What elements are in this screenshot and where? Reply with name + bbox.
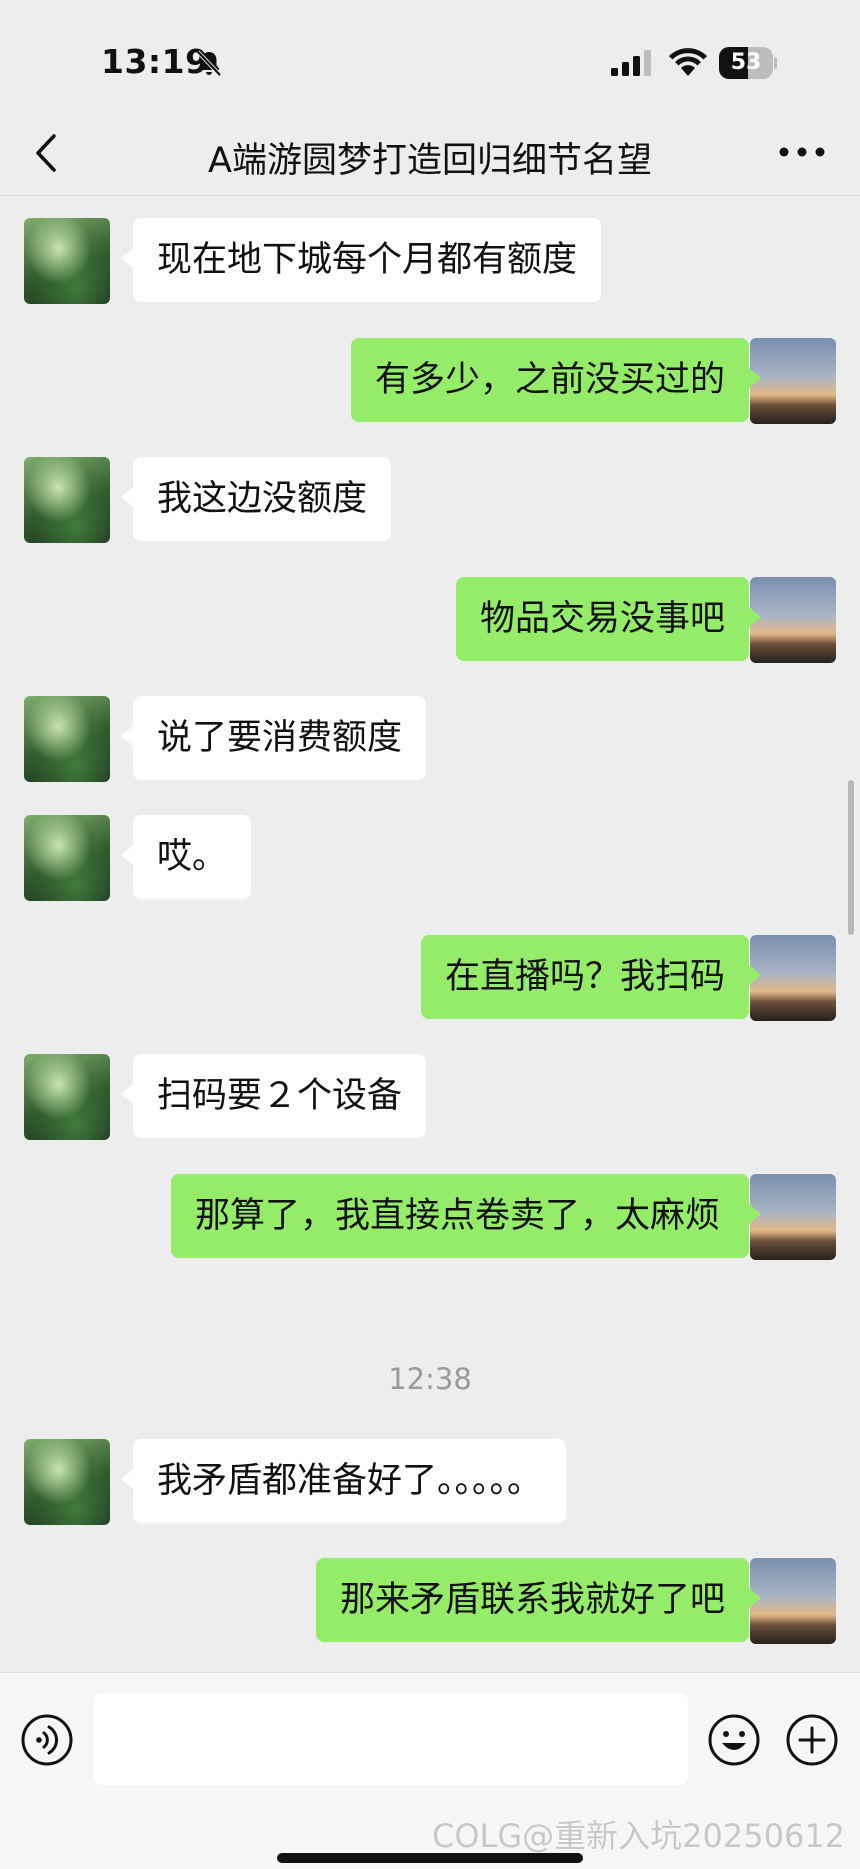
status-time: 13:19	[101, 42, 209, 81]
avatar-other[interactable]	[24, 1439, 110, 1525]
avatar-self[interactable]	[750, 1174, 836, 1260]
message-bubble-sent[interactable]: 物品交易没事吧	[455, 577, 762, 661]
avatar-self[interactable]	[750, 1558, 836, 1644]
avatar-self[interactable]	[750, 935, 836, 1021]
message-bubble-received[interactable]: 扫码要２个设备	[120, 1054, 427, 1138]
avatar-self[interactable]	[750, 338, 836, 424]
cellular-signal-icon	[611, 50, 651, 76]
message-bubble-received[interactable]: 哎。	[120, 815, 252, 899]
message-bubble-received[interactable]: 我这边没额度	[120, 457, 392, 541]
avatar-other[interactable]	[24, 696, 110, 782]
wifi-icon	[669, 48, 707, 76]
battery-icon: 53	[719, 47, 777, 79]
voice-icon[interactable]	[20, 1713, 74, 1767]
message-bubble-received[interactable]: 说了要消费额度	[120, 696, 427, 780]
input-bar: COLG@重新入坑20250612	[0, 1672, 860, 1869]
status-bar: 13:19 53	[0, 0, 860, 126]
chat-header: A端游圆梦打造回归细节名望	[0, 110, 860, 196]
battery-level: 53	[730, 50, 762, 75]
emoji-icon[interactable]	[707, 1713, 761, 1767]
avatar-other[interactable]	[24, 1054, 110, 1140]
scroll-indicator[interactable]	[848, 780, 854, 935]
message-bubble-received[interactable]: 现在地下城每个月都有额度	[120, 218, 602, 302]
avatar-other[interactable]	[24, 218, 110, 304]
message-bubble-sent[interactable]: 在直播吗？我扫码	[420, 935, 762, 1019]
avatar-other[interactable]	[24, 457, 110, 543]
message-input[interactable]	[94, 1693, 688, 1785]
message-bubble-sent[interactable]: 有多少，之前没买过的	[350, 338, 762, 422]
message-bubble-received[interactable]: 我矛盾都准备好了。。。。。	[120, 1439, 567, 1523]
message-bubble-sent[interactable]: 那算了，我直接点卷卖了，太麻烦	[171, 1174, 761, 1258]
chevron-left-icon[interactable]	[24, 128, 72, 178]
avatar-self[interactable]	[750, 577, 836, 663]
plus-icon[interactable]	[785, 1713, 839, 1767]
message-bubble-sent[interactable]: 那来矛盾联系我就好了吧	[315, 1558, 762, 1642]
chat-title: A端游圆梦打造回归细节名望	[208, 141, 652, 181]
message-timestamp: 12:38	[388, 1362, 472, 1396]
more-dots-icon[interactable]	[776, 132, 828, 172]
message-list[interactable]: 现在地下城每个月都有额度 有多少，之前没买过的 我这边没额度 物品交易没事吧 说…	[0, 197, 860, 1672]
avatar-other[interactable]	[24, 815, 110, 901]
home-indicator[interactable]	[277, 1853, 583, 1863]
watermark: COLG@重新入坑20250612	[432, 1817, 846, 1855]
bell-muted-icon	[196, 50, 222, 77]
